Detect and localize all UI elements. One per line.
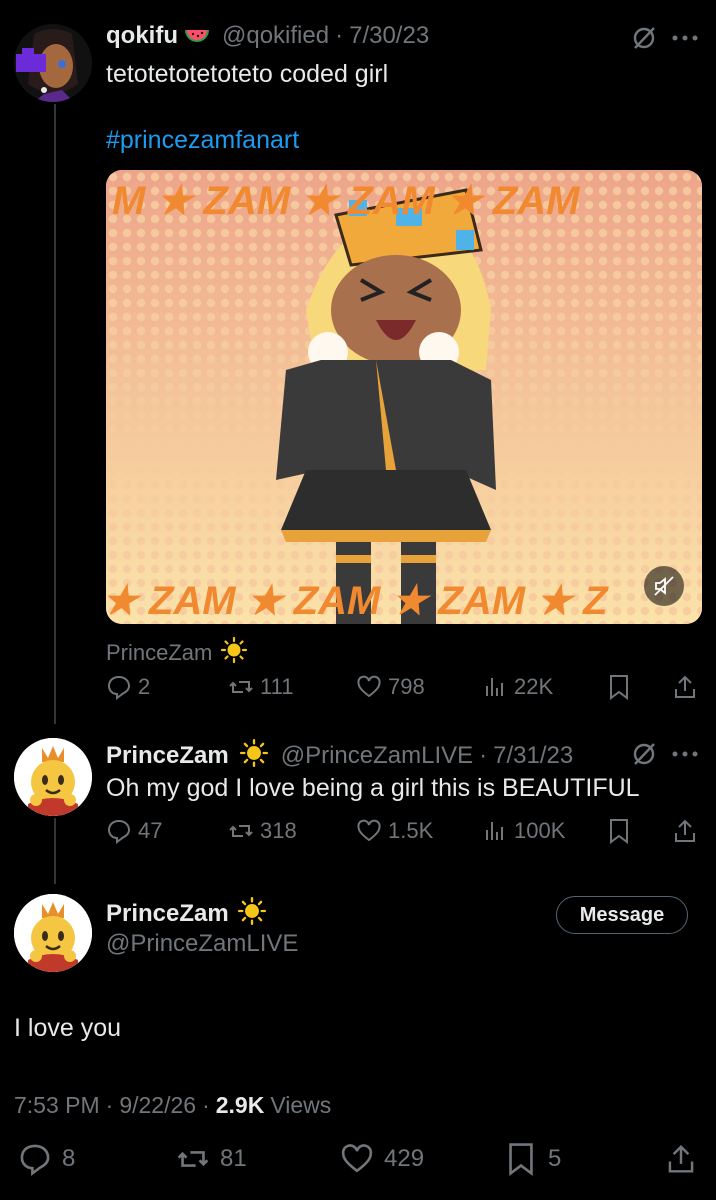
like-button[interactable]: 1.5K [356, 818, 433, 844]
share-button[interactable] [664, 1142, 698, 1176]
repost-button[interactable]: 111 [228, 674, 293, 700]
bookmark-icon [509, 1143, 533, 1176]
reply-icon [107, 819, 131, 844]
tweet-media[interactable]: M ★ ZAM ★ ZAM ★ ZAM ★ ZAM ★ ZAM ★ ZAM ★ … [106, 170, 702, 624]
reply-count: 2 [138, 674, 151, 699]
heart-icon [357, 819, 381, 842]
watermelon-icon [184, 26, 210, 46]
more-options-icon[interactable] [668, 24, 702, 52]
meta-separator: · [479, 741, 488, 769]
author-name[interactable]: PrinceZam [106, 900, 229, 928]
tweet-date[interactable]: 7/31/23 [493, 742, 573, 770]
author-name[interactable]: PrinceZam [106, 742, 229, 770]
sun-icon [239, 738, 269, 773]
author-handle[interactable]: @qokified [222, 22, 329, 50]
share-icon [668, 1144, 694, 1173]
princezam-avatar[interactable] [14, 738, 92, 816]
media-banner-top: M ★ ZAM ★ ZAM ★ ZAM [112, 179, 581, 223]
tweet-date[interactable]: 7/30/23 [349, 22, 429, 50]
views-button[interactable]: 100K [482, 818, 565, 844]
sun-icon [220, 636, 248, 669]
views-label: Views [270, 1092, 332, 1118]
repost-button[interactable]: 81 [176, 1142, 247, 1176]
views-icon [486, 678, 503, 696]
tweet-date[interactable]: 9/22/26 [119, 1092, 196, 1119]
princezam-avatar[interactable] [14, 894, 92, 972]
meta-separator: · [105, 1092, 114, 1118]
meta-separator: · [335, 22, 344, 49]
like-button[interactable]: 429 [340, 1142, 424, 1176]
repost-count: 318 [260, 818, 297, 843]
reply-count: 8 [62, 1145, 76, 1172]
qokifu-avatar[interactable] [14, 24, 92, 102]
tweet-time[interactable]: 7:53 PM [14, 1092, 100, 1119]
reply-count: 47 [138, 818, 163, 843]
heart-icon [341, 1144, 373, 1173]
author-handle[interactable]: @PrinceZamLIVE [281, 742, 473, 770]
views-total: 2.9K [215, 1092, 265, 1118]
sun-icon [237, 896, 267, 931]
mute-icon[interactable] [644, 566, 684, 606]
reply-button[interactable]: 8 [18, 1142, 75, 1176]
repost-icon [229, 825, 253, 837]
bookmark-icon [610, 675, 628, 700]
repost-icon [229, 681, 253, 693]
bookmark-button[interactable] [606, 818, 632, 844]
grok-icon[interactable] [630, 24, 658, 52]
share-button[interactable] [672, 674, 698, 700]
grok-icon[interactable] [630, 740, 658, 768]
like-count: 798 [388, 674, 425, 699]
share-icon [675, 819, 695, 842]
fanart-image: M ★ ZAM ★ ZAM ★ ZAM ★ ZAM ★ ZAM ★ ZAM ★ … [106, 170, 702, 624]
bookmark-button[interactable] [606, 674, 632, 700]
media-attribution[interactable]: PrinceZam [106, 640, 212, 666]
author-name[interactable]: qokifu [106, 22, 178, 50]
heart-icon [357, 675, 381, 698]
main-tweet-text: I love you [14, 1014, 122, 1042]
reply-icon [20, 1144, 50, 1176]
media-banner-bottom: ★ ZAM ★ ZAM ★ ZAM ★ Z [106, 579, 609, 623]
bookmark-count: 5 [548, 1145, 562, 1172]
views-button[interactable]: 22K [482, 674, 553, 700]
reply-button[interactable]: 2 [106, 674, 150, 700]
like-count: 429 [384, 1145, 425, 1172]
like-button[interactable]: 798 [356, 674, 425, 700]
views-count: 100K [514, 818, 566, 843]
share-icon [675, 675, 695, 698]
tweet-text: tetotetotetoteto coded girl [106, 60, 389, 88]
reply-icon [107, 675, 131, 700]
bookmark-button[interactable]: 5 [504, 1142, 561, 1176]
views-count: 22K [514, 674, 554, 699]
repost-button[interactable]: 318 [228, 818, 297, 844]
repost-icon [177, 1151, 209, 1167]
more-options-icon[interactable] [668, 740, 702, 768]
tweet-text: Oh my god I love being a girl this is BE… [106, 774, 640, 802]
message-button[interactable]: Message [556, 896, 688, 934]
like-count: 1.5K [388, 818, 434, 843]
hashtag-link[interactable]: #princezamfanart [106, 126, 299, 155]
repost-count: 111 [260, 674, 294, 699]
repost-count: 81 [220, 1145, 247, 1172]
share-button[interactable] [672, 818, 698, 844]
author-handle[interactable]: @PrinceZamLIVE [106, 930, 298, 958]
reply-button[interactable]: 47 [106, 818, 162, 844]
bookmark-icon [610, 819, 628, 844]
views-icon [486, 822, 503, 840]
meta-separator: · [202, 1092, 210, 1118]
